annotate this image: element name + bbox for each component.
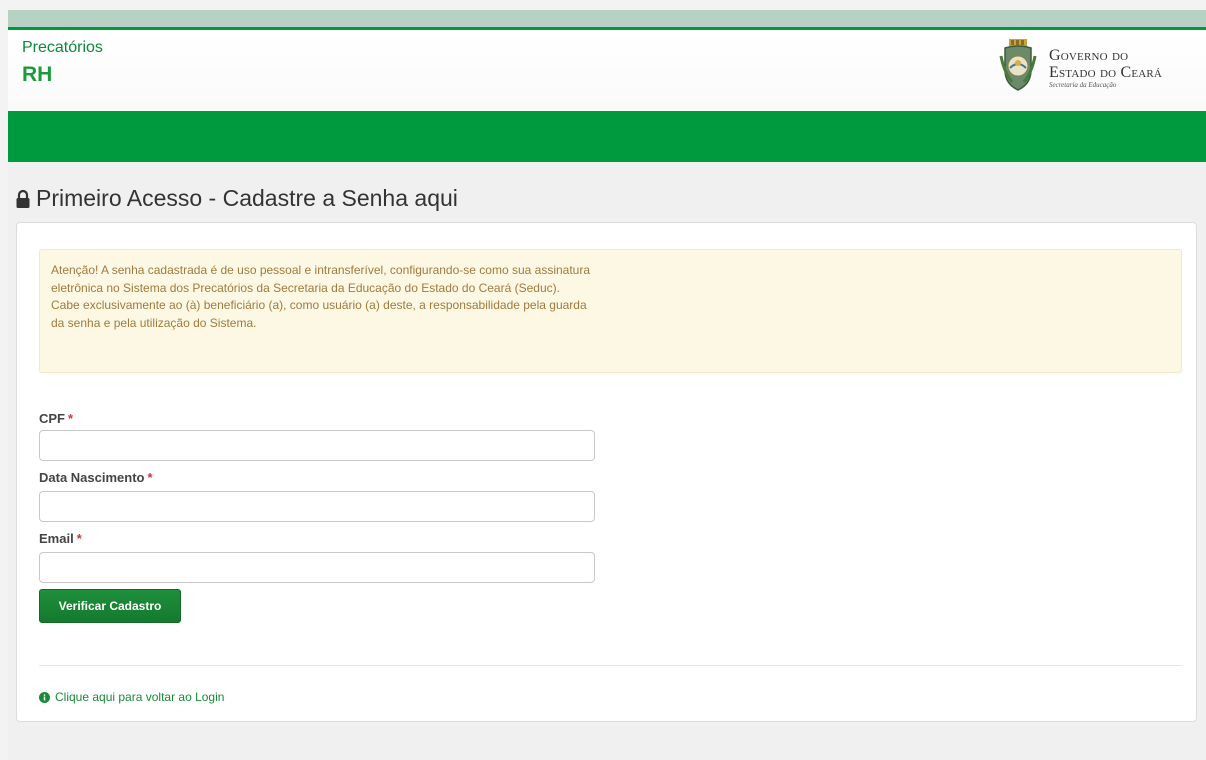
warning-alert: Atenção! A senha cadastrada é de uso pes… (39, 249, 1182, 373)
cpf-label-text: CPF (39, 411, 65, 426)
info-circle-icon (39, 691, 50, 703)
gov-line3: Secretaria da Educação (1049, 81, 1117, 89)
required-marker: * (147, 470, 153, 485)
government-text: Governo do Estado do Ceará Secretaria da… (1049, 47, 1162, 89)
app-subtitle: Precatórios (22, 39, 103, 56)
birth-date-input[interactable] (39, 491, 595, 522)
email-input[interactable] (39, 552, 595, 583)
lock-icon (16, 189, 30, 208)
form-panel: Atenção! A senha cadastrada é de uso pes… (16, 222, 1197, 722)
required-marker: * (68, 411, 74, 426)
state-crest-icon (999, 39, 1037, 91)
header: Precatórios RH Governo do Estado do Cear… (8, 30, 1206, 111)
page-title: Primeiro Acesso - Cadastre a Senha aqui (15, 185, 458, 212)
email-label: Email * (39, 531, 82, 546)
alert-text: Atenção! A senha cadastrada é de uso pes… (51, 263, 591, 330)
government-logo: Governo do Estado do Ceará Secretaria da… (998, 38, 1198, 92)
birth-date-label-text: Data Nascimento (39, 470, 145, 485)
navigation-bar (8, 111, 1206, 162)
back-to-login-link[interactable]: Clique aqui para voltar ao Login (39, 690, 224, 704)
cpf-input[interactable] (39, 430, 595, 461)
page-title-text: Primeiro Acesso - Cadastre a Senha aqui (36, 185, 458, 211)
top-strip (8, 10, 1206, 27)
back-link-text: Clique aqui para voltar ao Login (55, 690, 225, 704)
app-title: RH (22, 63, 53, 86)
divider (39, 665, 1182, 666)
verify-registration-button[interactable]: Verificar Cadastro (39, 589, 181, 623)
required-marker: * (76, 531, 82, 546)
birth-date-label: Data Nascimento * (39, 470, 153, 485)
gov-line1: Governo do (1049, 47, 1129, 64)
gov-line2: Estado do Ceará (1049, 64, 1163, 81)
email-label-text: Email (39, 531, 74, 546)
cpf-label: CPF * (39, 411, 73, 426)
